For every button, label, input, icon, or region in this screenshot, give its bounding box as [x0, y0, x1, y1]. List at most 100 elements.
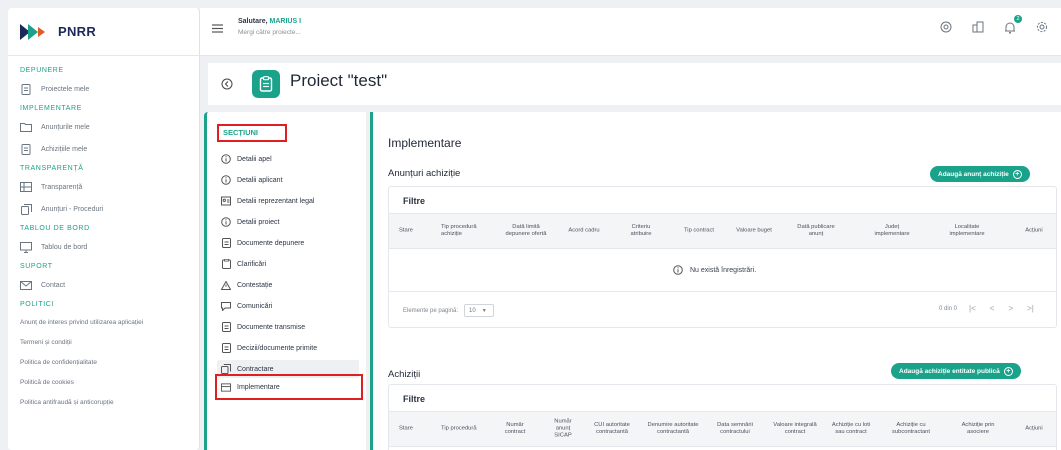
last-page-icon[interactable]: >| [1027, 304, 1034, 313]
anunturi-heading: Anunțuri achiziție [388, 168, 461, 179]
warning-icon [221, 280, 231, 290]
plus-circle-icon: + [1003, 366, 1013, 376]
add-achizitie-button[interactable]: Adaugă achiziție entitate publică + [891, 363, 1021, 379]
goto-projects-link[interactable]: Mergi către proiecte... [238, 29, 301, 36]
add-anunt-button[interactable]: Adaugă anunț achiziție + [930, 166, 1030, 182]
hamburger-menu-icon[interactable] [212, 22, 224, 36]
section-item-documente-depunere[interactable]: Documente depunere [217, 234, 359, 252]
column-header[interactable]: Stare [399, 426, 413, 433]
per-page-select[interactable]: 10 ▼ [464, 304, 495, 317]
section-item-clarificari[interactable]: Clarificări [217, 255, 359, 273]
column-header[interactable]: Criteriu atribuire [621, 224, 661, 238]
per-page-value: 10 [469, 307, 476, 314]
section-item-detalii-proiect[interactable]: Detalii proiect [217, 213, 359, 231]
column-header[interactable]: Număr anunț SICAP [547, 419, 579, 440]
column-header[interactable]: Tip contract [679, 228, 719, 235]
column-header[interactable]: Dată publicare anunț [794, 224, 838, 238]
next-page-icon[interactable]: > [1008, 304, 1013, 313]
anunturi-card: Filtre Stare Tip procedură achiziție Dat… [388, 186, 1057, 328]
policy-link-cookies[interactable]: Politică de cookies [8, 372, 199, 392]
greeting: Salutare, MARIUS I [238, 18, 301, 25]
monitor-icon [20, 241, 32, 253]
highlight-box [215, 374, 363, 400]
column-header[interactable]: Localitate implementare [940, 224, 994, 238]
section-item-documente-transmise[interactable]: Documente transmise [217, 318, 359, 336]
column-header[interactable]: Data semnării contractului [711, 422, 759, 436]
policy-link-antifrauda[interactable]: Politica antifraudă și anticorupție [8, 392, 199, 412]
sidebar-section-implementare: IMPLEMENTARE [20, 105, 82, 112]
empty-state: Nu există înregistrări. [673, 265, 756, 275]
per-page-label: Elemente pe pagină: [403, 307, 459, 314]
column-header[interactable]: Denumire autoritate contractantă [647, 422, 699, 436]
column-header[interactable]: Tip procedură [441, 426, 477, 433]
bell-icon[interactable]: 2 [1003, 15, 1022, 34]
sections-title: SECȚIUNI [217, 124, 287, 142]
column-header[interactable]: Județ implementare [867, 224, 917, 238]
copy-icon [221, 364, 231, 374]
column-header[interactable]: Achiziție prin asociere [959, 422, 997, 436]
pnrr-logo-icon [20, 23, 52, 40]
column-header[interactable]: Achiziție cu loti sau contract [829, 422, 873, 436]
column-header[interactable]: Tip procedură achiziție [441, 224, 481, 238]
prev-page-icon[interactable]: < [990, 304, 995, 313]
column-header[interactable]: Număr contract [497, 422, 533, 436]
document-icon [221, 238, 231, 248]
sidebar-item-label: Tablou de bord [41, 243, 88, 251]
document-icon [221, 343, 231, 353]
section-item-label: Documente transmise [237, 323, 306, 331]
section-item-contestatie[interactable]: Contestație [217, 276, 359, 294]
sidebar-section-tablou-de-bord: TABLOU DE BORD [20, 225, 90, 232]
document-icon [20, 143, 32, 155]
per-page-control: Elemente pe pagină: 10 ▼ [403, 304, 495, 317]
section-item-detalii-reprezentant[interactable]: Detalii reprezentant legal [217, 192, 359, 210]
policy-link-termeni[interactable]: Termeni și condiții [8, 332, 199, 352]
logo-text: PNRR [58, 24, 97, 39]
filter-label[interactable]: Filtre [403, 394, 425, 404]
policy-link-anunt-interes[interactable]: Anunț de interes privind utilizarea apli… [8, 312, 199, 332]
plus-circle-icon: + [1012, 169, 1022, 179]
sidebar-item-label: Proiectele mele [41, 85, 90, 93]
filter-label[interactable]: Filtre [403, 196, 425, 206]
sidebar-item-tablou-de-bord[interactable]: Tablou de bord [8, 236, 199, 258]
column-header[interactable]: CUI autoritate contractantă [589, 422, 635, 436]
logo[interactable]: PNRR [8, 8, 199, 56]
sidebar-item-label: Achizițiile mele [41, 145, 88, 153]
section-item-label: Detalii apel [237, 155, 272, 163]
section-item-label: Contestație [237, 281, 273, 289]
sidebar-section-politici: POLITICI [20, 301, 54, 308]
sidebar-item-proiectele-mele[interactable]: Proiectele mele [8, 78, 199, 100]
sidebar-item-anunturi-proceduri[interactable]: Anunțuri - Proceduri [8, 198, 199, 220]
first-page-icon[interactable]: |< [969, 304, 976, 313]
column-header[interactable]: Dată limită depunere ofertă [501, 224, 551, 238]
add-anunt-label: Adaugă anunț achiziție [938, 170, 1009, 178]
column-header[interactable]: Stare [399, 228, 413, 235]
column-header[interactable]: Achiziție cu subcontractant [885, 422, 937, 436]
sidebar-item-contact[interactable]: Contact [8, 274, 199, 296]
column-header[interactable]: Acord cadru [567, 228, 601, 235]
divider [389, 291, 1056, 292]
section-item-detalii-apel[interactable]: Detalii apel [217, 150, 359, 168]
id-card-icon [221, 196, 231, 206]
sidebar-item-achizitiile-mele[interactable]: Achizițiile mele [8, 138, 199, 160]
sidebar-item-label: Anunțuri - Proceduri [41, 205, 104, 213]
policy-link-confidentialitate[interactable]: Politica de confidențialitate [8, 352, 199, 372]
sidebar-item-transparenta[interactable]: Transparență [8, 176, 199, 198]
column-header[interactable]: Valoare integrală contract [773, 422, 817, 436]
project-title-bar: Proiect "test" [208, 63, 1061, 105]
anunturi-table-header: Stare Tip procedură achiziție Dată limit… [389, 213, 1056, 249]
back-arrow-icon[interactable] [220, 77, 234, 91]
organization-icon[interactable] [971, 20, 985, 34]
add-achizitie-label: Adaugă achiziție entitate publică [899, 367, 1000, 375]
section-item-detalii-aplicant[interactable]: Detalii aplicant [217, 171, 359, 189]
help-icon[interactable] [939, 20, 953, 34]
greeting-text: Salutare, [238, 18, 268, 25]
section-item-label: Decizii/documente primite [237, 344, 318, 352]
notification-badge: 2 [1014, 15, 1022, 23]
section-item-label: Clarificări [237, 260, 267, 268]
section-item-comunicari[interactable]: Comunicări [217, 297, 359, 315]
section-item-decizii-documente[interactable]: Decizii/documente primite [217, 339, 359, 357]
sidebar-item-anunturile-mele[interactable]: Anunțurile mele [8, 116, 199, 138]
settings-gear-icon[interactable] [1035, 20, 1049, 34]
column-header[interactable]: Valoare buget [734, 228, 774, 235]
sections-panel: SECȚIUNI Detalii apel Detalii aplicant D… [204, 112, 366, 450]
